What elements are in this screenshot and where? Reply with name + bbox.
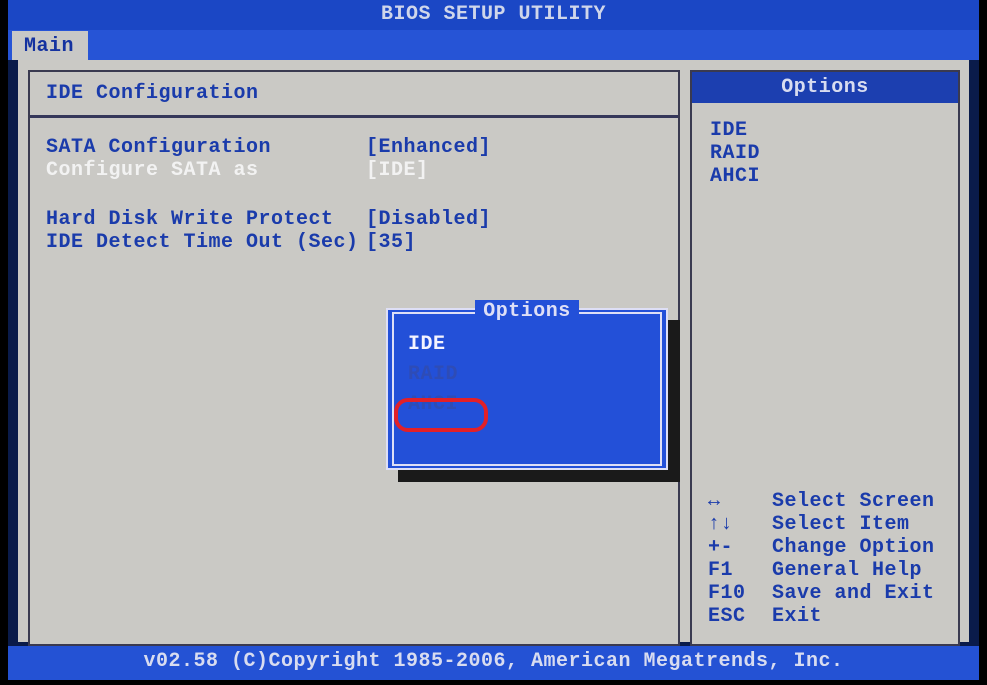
help-key-f1: F1 [708,559,772,582]
help-block: ↔ Select Screen ↑↓ Select Item +- Change… [692,490,958,632]
help-text-select-item: Select Item [772,513,910,536]
value-configure-sata-as: [IDE] [366,159,429,182]
value-sata-configuration: [Enhanced] [366,136,491,159]
help-key-arrows-lr: ↔ [708,490,772,513]
help-text-general-help: General Help [772,559,922,582]
page-title: IDE Configuration [46,82,662,105]
popup-list: IDE RAID AHCI [394,314,660,428]
help-row-general-help: F1 General Help [708,559,948,582]
help-text-change-option: Change Option [772,536,935,559]
help-key-arrows-ud: ↑↓ [708,513,772,536]
popup-item-ahci[interactable]: AHCI [408,390,648,420]
help-key-esc: ESC [708,605,772,628]
title-bar: BIOS SETUP UTILITY [8,0,979,30]
popup-title: Options [394,300,660,323]
side-panel-title: Options [692,72,958,103]
side-options: IDE RAID AHCI [692,119,958,188]
app-title: BIOS SETUP UTILITY [381,3,606,26]
side-option-ide: IDE [710,119,948,142]
workspace: IDE Configuration SATA Configuration [En… [18,60,969,642]
help-key-f10: F10 [708,582,772,605]
spacer [46,182,662,208]
tab-main[interactable]: Main [12,31,88,60]
row-configure-sata-as[interactable]: Configure SATA as [IDE] [46,159,662,182]
side-spacer [692,188,958,490]
divider [30,115,678,118]
options-popup[interactable]: Options IDE RAID AHCI [386,308,668,470]
tab-row: Main [8,30,979,60]
side-option-raid: RAID [710,142,948,165]
value-hd-write-protect: [Disabled] [366,208,491,231]
help-row-save-exit: F10 Save and Exit [708,582,948,605]
label-configure-sata-as: Configure SATA as [46,159,366,182]
popup-inner: Options IDE RAID AHCI [392,312,662,466]
help-text-save-exit: Save and Exit [772,582,935,605]
footer: v02.58 (C)Copyright 1985-2006, American … [8,646,979,680]
help-row-select-item: ↑↓ Select Item [708,513,948,536]
label-sata-configuration: SATA Configuration [46,136,366,159]
popup-item-raid[interactable]: RAID [408,360,648,390]
side-option-ahci: AHCI [710,165,948,188]
row-sata-configuration[interactable]: SATA Configuration [Enhanced] [46,136,662,159]
label-hd-write-protect: Hard Disk Write Protect [46,208,366,231]
help-key-plusminus: +- [708,536,772,559]
help-row-select-screen: ↔ Select Screen [708,490,948,513]
popup-item-ide[interactable]: IDE [408,330,648,360]
help-row-change-option: +- Change Option [708,536,948,559]
side-panel: Options IDE RAID AHCI ↔ Select Screen ↑↓… [690,70,960,646]
bios-screen: BIOS SETUP UTILITY Main IDE Configuratio… [8,0,979,680]
help-text-exit: Exit [772,605,822,628]
tab-main-label: Main [24,35,74,58]
row-ide-detect-timeout[interactable]: IDE Detect Time Out (Sec) [35] [46,231,662,254]
label-ide-detect-timeout: IDE Detect Time Out (Sec) [46,231,366,254]
row-hd-write-protect[interactable]: Hard Disk Write Protect [Disabled] [46,208,662,231]
help-text-select-screen: Select Screen [772,490,935,513]
footer-text: v02.58 (C)Copyright 1985-2006, American … [143,650,843,673]
value-ide-detect-timeout: [35] [366,231,416,254]
help-row-exit: ESC Exit [708,605,948,628]
popup-title-text: Options [475,300,579,323]
